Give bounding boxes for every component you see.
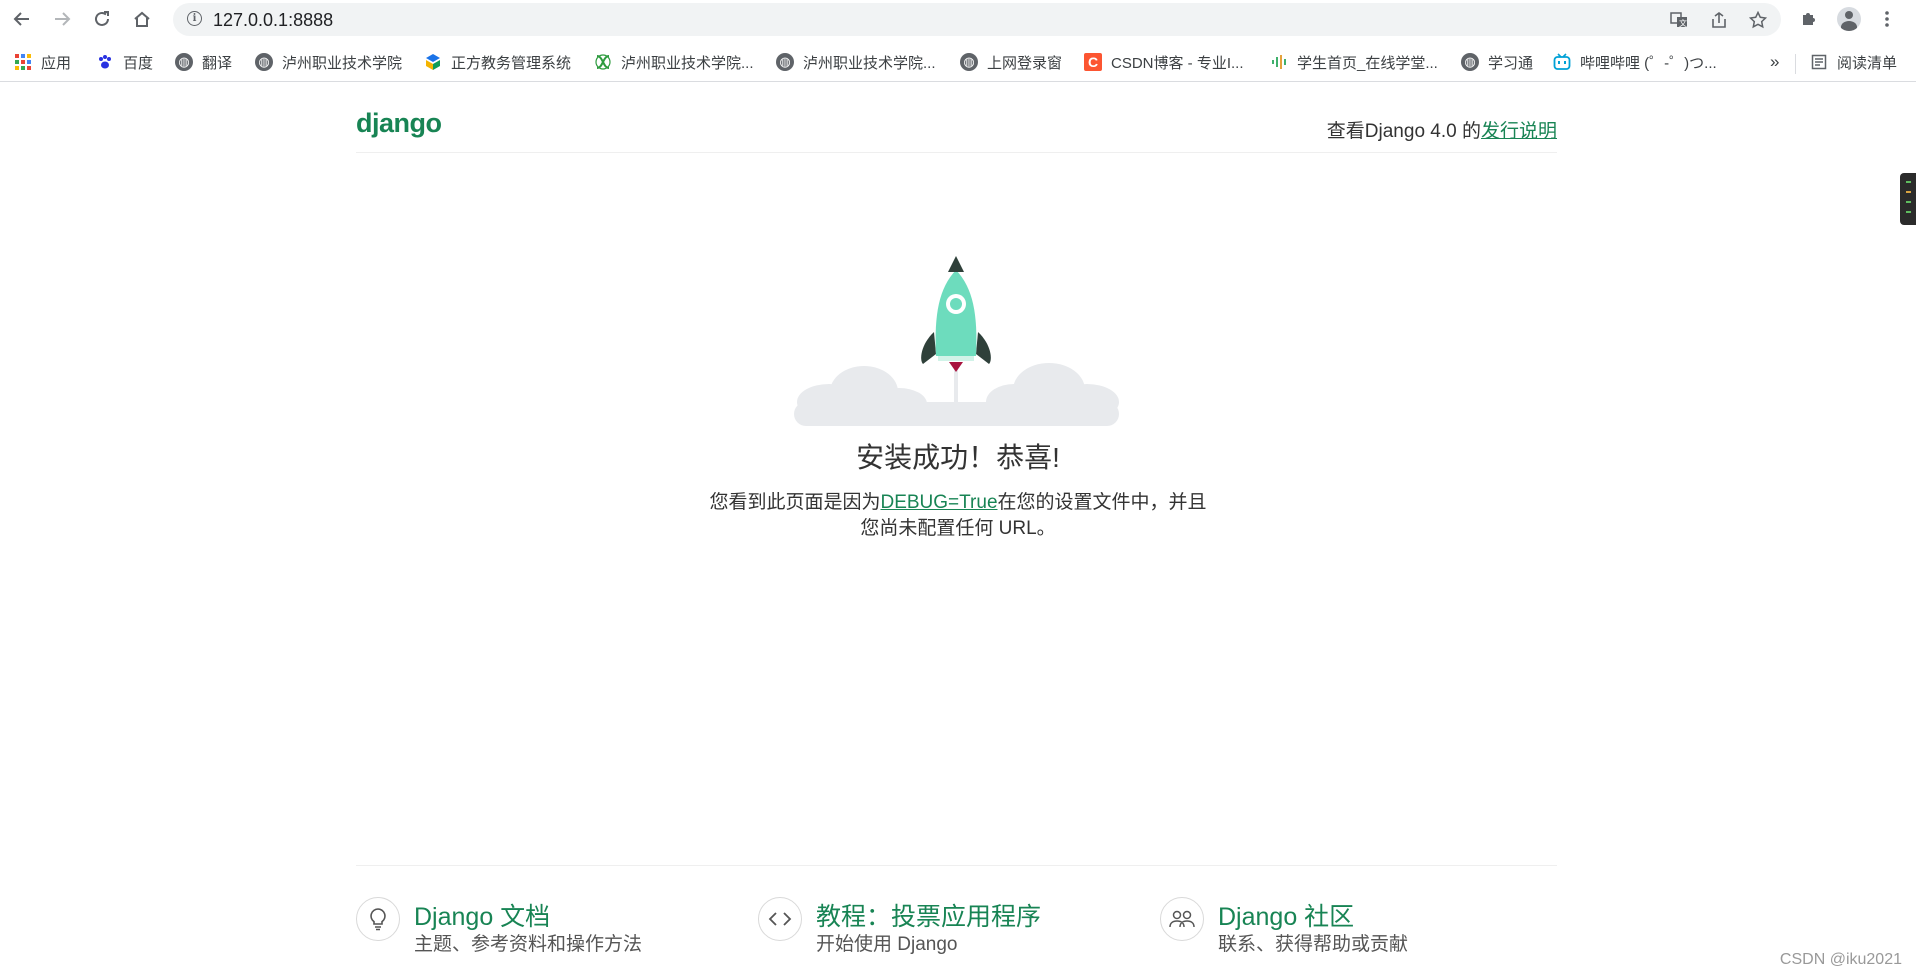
bookmarks-overflow-chevron-icon[interactable]: » <box>1770 52 1779 72</box>
site-info-icon[interactable]: i <box>187 11 202 26</box>
bookmark-zfsoft[interactable]: 正方教务管理系统 <box>424 50 571 74</box>
subtitle-suffix: 在您的设置文件中，并且 <box>997 492 1207 513</box>
bookmark-xuexitong[interactable]: ◍ 学习通 <box>1461 50 1533 74</box>
extensions-puzzle-icon[interactable] <box>1796 6 1822 32</box>
globe-icon: ◍ <box>960 53 978 71</box>
page-header: django 查看Django 4.0 的发行说明 <box>356 106 1557 153</box>
release-notes: 查看Django 4.0 的发行说明 <box>1327 116 1557 143</box>
bookmark-bilibili[interactable]: 哔哩哔哩 (゜-゜)つ... <box>1553 50 1717 74</box>
reload-icon[interactable] <box>88 6 116 32</box>
release-notes-link[interactable]: 发行说明 <box>1481 121 1557 142</box>
bookmark-baidu[interactable]: 百度 <box>96 50 153 74</box>
zfsoft-icon <box>424 53 442 71</box>
subtitle-line2: 您尚未配置任何 URL。 <box>860 518 1056 539</box>
bilibili-icon <box>1553 53 1571 71</box>
globe-icon: ◍ <box>1461 53 1479 71</box>
forward-arrow-icon[interactable] <box>48 6 76 32</box>
bookmark-lzy-2[interactable]: 泸州职业技术学院... <box>594 50 754 74</box>
profile-avatar-icon[interactable] <box>1836 6 1862 32</box>
bookmark-apps[interactable]: 应用 <box>14 50 71 74</box>
bookmark-lzy-1[interactable]: ◍ 泸州职业技术学院 <box>255 50 402 74</box>
browser-toolbar: i 127.0.0.1:8888 文 <box>0 0 1916 38</box>
home-icon[interactable] <box>128 6 156 32</box>
page-subtitle: 您看到此页面是因为DEBUG=True在您的设置文件中，并且 您尚未配置任何 U… <box>0 490 1916 542</box>
bookmark-translate[interactable]: ◍ 翻译 <box>175 50 232 74</box>
people-icon <box>1160 897 1204 941</box>
card-title[interactable]: 教程：投票应用程序 <box>816 897 1041 933</box>
watermark: CSDN @iku2021 <box>1779 951 1902 968</box>
translate-icon[interactable]: 文 <box>1668 9 1690 31</box>
bookmark-star-icon[interactable] <box>1747 9 1769 31</box>
address-url[interactable]: 127.0.0.1:8888 <box>213 10 333 31</box>
rocket-illustration <box>789 252 1124 430</box>
apps-grid-icon <box>14 53 32 71</box>
card-title[interactable]: Django 文档 <box>414 897 550 933</box>
side-monitor-widget[interactable] <box>1900 173 1916 225</box>
globe-icon: ◍ <box>175 53 193 71</box>
bookmark-csdn[interactable]: C CSDN博客 - 专业I... <box>1084 50 1244 74</box>
bookmark-student-home[interactable]: 学生首页_在线学堂... <box>1270 50 1438 74</box>
page-title: 安装成功！恭喜! <box>856 442 1060 473</box>
bookmark-login[interactable]: ◍ 上网登录窗 <box>960 50 1062 74</box>
sound-wave-icon <box>1270 53 1288 71</box>
bookmark-lzy-3[interactable]: ◍ 泸州职业技术学院... <box>776 50 936 74</box>
bookmarks-divider <box>1795 54 1796 74</box>
card-desc: 联系、获得帮助或贡献 <box>1218 934 1409 955</box>
release-notes-prefix: 查看Django 4.0 的 <box>1326 121 1481 142</box>
share-icon[interactable] <box>1708 9 1730 31</box>
reading-list-button[interactable]: 阅读清单 <box>1810 50 1897 74</box>
bookmarks-bar: 应用 百度 ◍ 翻译 ◍ 泸州职业技术学院 正方教务管理系统 泸州职业技术学院.… <box>0 44 1916 82</box>
card-desc: 主题、参考资料和操作方法 <box>414 934 643 955</box>
django-logo[interactable]: django <box>356 108 442 139</box>
lightbulb-icon <box>356 897 400 941</box>
svg-text:文: 文 <box>1679 18 1687 28</box>
footer-divider <box>356 865 1557 866</box>
code-brackets-icon <box>758 897 802 941</box>
kebab-menu-icon[interactable] <box>1874 6 1900 32</box>
baidu-paw-icon <box>96 53 114 71</box>
subtitle-prefix: 您看到此页面是因为 <box>709 492 881 513</box>
csdn-icon: C <box>1084 53 1102 71</box>
address-bar[interactable]: i 127.0.0.1:8888 文 <box>173 3 1781 36</box>
card-desc: 开始使用 Django <box>816 934 958 955</box>
rocket-icon <box>794 256 1119 426</box>
globe-icon: ◍ <box>776 53 794 71</box>
debug-true-link[interactable]: DEBUG=True <box>880 492 997 513</box>
green-knot-icon <box>594 53 612 71</box>
reading-list-icon <box>1810 53 1828 71</box>
back-arrow-icon[interactable] <box>8 6 36 32</box>
card-title[interactable]: Django 社区 <box>1218 897 1354 933</box>
globe-icon: ◍ <box>255 53 273 71</box>
